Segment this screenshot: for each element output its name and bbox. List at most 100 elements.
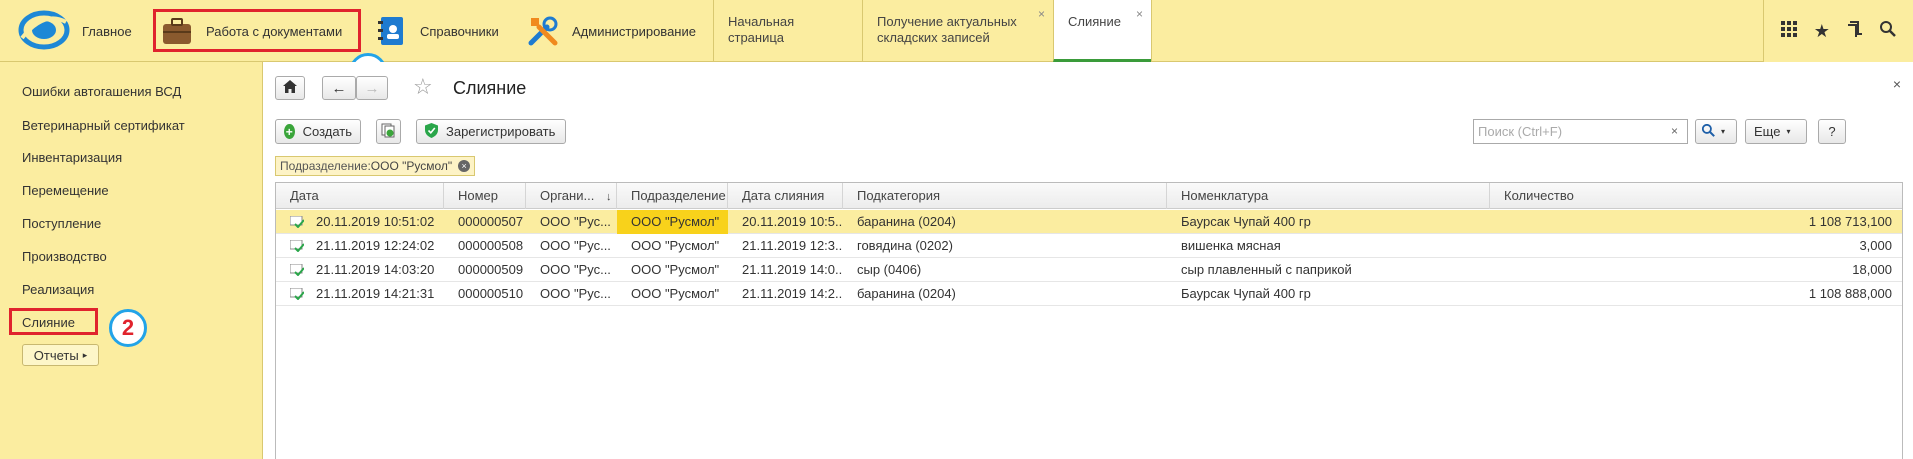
cell-department: ООО "Русмол" bbox=[631, 238, 720, 253]
register-button[interactable]: Зарегистрировать bbox=[416, 119, 566, 144]
star-icon[interactable]: ★ bbox=[1814, 21, 1830, 42]
back-button[interactable]: ← bbox=[322, 76, 356, 100]
filter-value: ООО "Русмол" bbox=[370, 159, 453, 173]
search-button[interactable]: ▾ bbox=[1695, 119, 1737, 144]
copy-document-icon bbox=[381, 123, 395, 141]
cell-subcategory: баранина (0204) bbox=[857, 286, 956, 301]
step-badge-2: 2 bbox=[109, 309, 147, 347]
register-button-label: Зарегистрировать bbox=[446, 124, 556, 139]
help-button-label: ? bbox=[1828, 124, 1836, 139]
tab-warehouse-records[interactable]: Получение актуальных складских записей × bbox=[862, 0, 1053, 62]
arrow-right-icon: → bbox=[364, 79, 380, 97]
close-icon[interactable]: × bbox=[1893, 76, 1901, 92]
column-header-organization[interactable]: Органи... ↓ bbox=[526, 183, 617, 209]
cell-subcategory: сыр (0406) bbox=[857, 262, 922, 277]
filter-chip[interactable]: Подразделение: ООО "Русмол" × bbox=[275, 156, 476, 176]
plus-icon: + bbox=[284, 124, 295, 139]
cell-merge-date: 20.11.2019 10:5... bbox=[742, 214, 843, 229]
section-references-label: Справочники bbox=[420, 23, 499, 39]
create-button[interactable]: + Создать bbox=[275, 119, 361, 144]
tab-start-page[interactable]: Начальная страница bbox=[713, 0, 862, 62]
column-header-number[interactable]: Номер bbox=[444, 183, 526, 209]
search-input[interactable] bbox=[1473, 119, 1688, 144]
table-row[interactable]: 21.11.2019 12:24:02 000000508 ООО "Рус..… bbox=[276, 234, 1902, 258]
section-home[interactable]: Главное bbox=[82, 0, 132, 62]
copy-button[interactable] bbox=[376, 119, 401, 144]
column-header-date[interactable]: Дата bbox=[276, 183, 444, 209]
sidebar-item-sales[interactable]: Реализация bbox=[22, 282, 94, 297]
sidebar-item-production[interactable]: Производство bbox=[22, 249, 107, 264]
reports-button[interactable]: Отчеты ▸ bbox=[22, 344, 99, 366]
cell-organization: ООО "Рус... bbox=[540, 286, 611, 301]
cell-organization: ООО "Рус... bbox=[540, 238, 611, 253]
column-header-nomenclature[interactable]: Номенклатура bbox=[1167, 183, 1490, 209]
cell-organization: ООО "Рус... bbox=[540, 262, 611, 277]
documents-table: Дата Номер Органи... ↓ Подразделение Дат… bbox=[275, 182, 1903, 459]
sidebar-item-vsd-errors[interactable]: Ошибки автогашения ВСД bbox=[22, 84, 181, 99]
cell-number: 000000507 bbox=[458, 214, 524, 229]
table-row[interactable]: 21.11.2019 14:03:20 000000509 ООО "Рус..… bbox=[276, 258, 1902, 282]
sidebar-item-inventory[interactable]: Инвентаризация bbox=[22, 150, 122, 165]
sidebar-item-receipt[interactable]: Поступление bbox=[22, 216, 101, 231]
tools-icon bbox=[526, 14, 560, 48]
tab-merge[interactable]: Слияние × bbox=[1053, 0, 1151, 62]
shield-icon bbox=[425, 122, 438, 141]
cell-department: ООО "Русмол" bbox=[617, 210, 728, 234]
section-references[interactable]: Справочники bbox=[374, 0, 499, 62]
close-icon[interactable]: × bbox=[458, 160, 471, 172]
filter-label: Подразделение: bbox=[280, 159, 371, 173]
home-button[interactable] bbox=[275, 76, 305, 100]
cell-quantity: 18,000 bbox=[1852, 262, 1892, 277]
more-button-label: Еще bbox=[1754, 124, 1781, 139]
cell-organization: ООО "Рус... bbox=[540, 214, 611, 229]
cell-department: ООО "Русмол" bbox=[631, 262, 720, 277]
sort-arrow-down-icon: ↓ bbox=[605, 191, 612, 203]
clear-icon[interactable]: × bbox=[1671, 124, 1678, 138]
close-icon[interactable]: × bbox=[1136, 6, 1143, 22]
cell-date: 21.11.2019 12:24:02 bbox=[316, 238, 435, 253]
section-home-label: Главное bbox=[82, 23, 132, 39]
cell-merge-date: 21.11.2019 12:3... bbox=[742, 238, 843, 253]
cell-number: 000000510 bbox=[458, 286, 524, 301]
home-icon bbox=[283, 79, 297, 97]
favorite-star-icon[interactable]: ☆ bbox=[413, 74, 433, 100]
column-header-merge-date[interactable]: Дата слияния bbox=[728, 183, 843, 209]
tab-start-page-label: Начальная страница bbox=[728, 14, 795, 45]
arrow-left-icon: ← bbox=[331, 79, 347, 97]
column-header-subcategory[interactable]: Подкатегория bbox=[843, 183, 1167, 209]
cell-date: 20.11.2019 10:51:02 bbox=[316, 214, 435, 229]
table-row[interactable]: 21.11.2019 14:21:31 000000510 ООО "Рус..… bbox=[276, 282, 1902, 306]
column-header-organization-label: Органи... bbox=[540, 188, 595, 203]
history-icon[interactable] bbox=[1847, 20, 1863, 43]
sidebar-item-vet-certificate[interactable]: Ветеринарный сертификат bbox=[22, 118, 185, 133]
chevron-down-icon: ▾ bbox=[1721, 127, 1726, 136]
cell-merge-date: 21.11.2019 14:2... bbox=[742, 286, 843, 301]
cell-quantity: 3,000 bbox=[1859, 238, 1892, 253]
cell-date: 21.11.2019 14:21:31 bbox=[316, 286, 435, 301]
sidebar: Ошибки автогашения ВСД Ветеринарный серт… bbox=[0, 62, 263, 459]
column-header-department[interactable]: Подразделение bbox=[617, 183, 728, 209]
column-header-quantity[interactable]: Количество bbox=[1490, 183, 1902, 209]
table-header: Дата Номер Органи... ↓ Подразделение Дат… bbox=[276, 183, 1902, 209]
cell-quantity: 1 108 713,100 bbox=[1808, 214, 1892, 229]
grid-menu-icon[interactable] bbox=[1780, 20, 1797, 42]
app-logo-icon[interactable] bbox=[18, 8, 70, 52]
cell-number: 000000509 bbox=[458, 262, 524, 277]
more-button[interactable]: Еще ▾ bbox=[1745, 119, 1807, 144]
search-icon[interactable] bbox=[1880, 20, 1897, 42]
main-panel: ← → ☆ Слияние × + Создать Зарегистрирова… bbox=[263, 62, 1913, 459]
sidebar-item-transfer[interactable]: Перемещение bbox=[22, 183, 109, 198]
table-row[interactable]: 20.11.2019 10:51:02 000000507 ООО "Рус..… bbox=[276, 210, 1902, 234]
help-button[interactable]: ? bbox=[1818, 119, 1846, 144]
close-icon[interactable]: × bbox=[1038, 6, 1045, 22]
forward-button[interactable]: → bbox=[356, 76, 388, 100]
section-administration[interactable]: Администрирование bbox=[526, 0, 696, 62]
section-administration-label: Администрирование bbox=[572, 23, 696, 39]
search-icon bbox=[1701, 123, 1715, 140]
highlight-box-1 bbox=[153, 9, 361, 52]
tab-merge-label: Слияние bbox=[1068, 14, 1121, 29]
cell-quantity: 1 108 888,000 bbox=[1808, 286, 1892, 301]
cell-nomenclature: сыр плавленный с паприкой bbox=[1181, 262, 1352, 277]
address-book-icon bbox=[374, 14, 408, 48]
reports-button-label: Отчеты bbox=[33, 347, 79, 363]
